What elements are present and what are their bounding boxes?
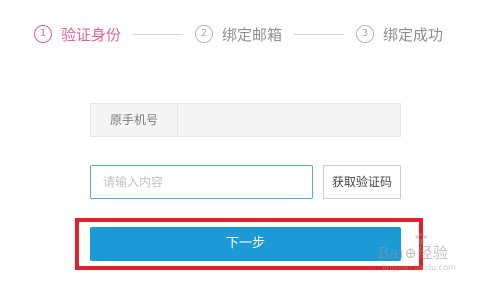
step-label: 绑定成功 — [383, 25, 444, 44]
watermark-url: jingyan.baidu.com — [382, 263, 456, 272]
next-step-button[interactable]: 下一步 — [90, 227, 401, 261]
watermark-brand: Bai⊕经验 — [378, 244, 449, 262]
step-bind-success: 3 绑定成功 — [356, 24, 443, 45]
step-label: 验证身份 — [61, 25, 122, 44]
original-phone-label: 原手机号 — [91, 104, 178, 136]
get-verification-code-button[interactable]: 获取验证码 — [323, 165, 401, 199]
step-progress: 1 验证身份 2 绑定邮箱 3 绑定成功 — [34, 22, 474, 46]
verification-code-input[interactable] — [90, 165, 313, 199]
baidu-jingyan-watermark: Bai⊕经验 jingyan.baidu.com — [378, 230, 496, 276]
step-verify-identity: 1 验证身份 — [34, 24, 121, 45]
original-phone-field: 原手机号 — [90, 103, 401, 137]
step-bind-email: 2 绑定邮箱 — [195, 24, 282, 45]
step-number-circle: 2 — [195, 25, 214, 43]
step-number-circle: 1 — [34, 25, 52, 43]
step-number-circle: 3 — [356, 25, 375, 43]
step-label: 绑定邮箱 — [222, 25, 283, 44]
step-connector — [133, 33, 184, 35]
step-connector — [294, 33, 345, 35]
